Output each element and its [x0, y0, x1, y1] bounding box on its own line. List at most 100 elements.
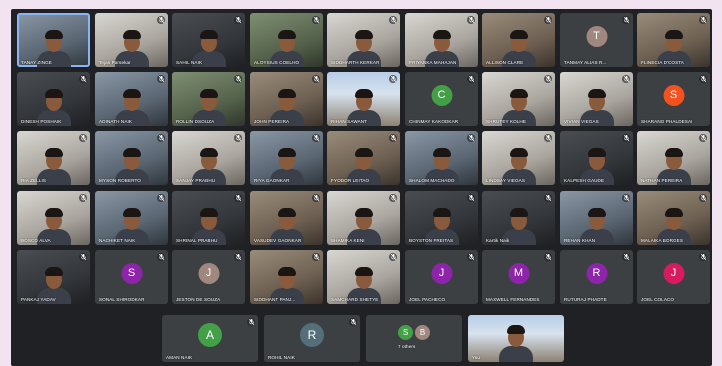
mic-muted-icon	[622, 75, 630, 83]
mic-muted-icon	[349, 318, 357, 326]
mic-muted-icon	[699, 253, 707, 261]
participant-tile[interactable]: RIHAN SAWANT	[327, 72, 400, 126]
participant-tile[interactable]: SAHIL NAIK	[172, 13, 245, 67]
participant-tile[interactable]: A AMAN NAIK	[162, 315, 258, 362]
others-avatar: B	[415, 325, 430, 340]
participant-name: JOHN PEREIRA	[254, 119, 290, 124]
others-avatar: S	[398, 325, 413, 340]
mic-muted-icon	[699, 75, 707, 83]
participant-tile[interactable]: MYSON ROBERTO	[95, 131, 168, 185]
participant-name: SHAMIKA KENI	[331, 238, 365, 243]
participant-name: RIA ZELLIS	[21, 178, 47, 183]
participant-tile[interactable]: J JESTON DE SOUZA	[172, 250, 245, 304]
participant-name: SHARANG PHALDESAI	[641, 119, 693, 124]
participant-name: LINDSAY VIEGAS	[486, 178, 526, 183]
participant-avatar: J	[198, 263, 219, 284]
participant-tile[interactable]: PRIYANKA MAHAJAN	[405, 13, 478, 67]
mic-muted-icon	[389, 75, 397, 83]
participant-tile[interactable]: MALAIKA BORGES	[637, 191, 710, 245]
participant-name: RIYA GAONKAR	[254, 178, 290, 183]
participant-name: NATHAN PEREIRA	[641, 178, 683, 183]
participant-tile[interactable]: SHRINAL PRABHU	[172, 191, 245, 245]
others-tile[interactable]: SB 7 others	[366, 315, 462, 362]
mic-muted-icon	[247, 318, 255, 326]
participant-tile[interactable]: SHAMIKA KENI	[327, 191, 400, 245]
participant-tile[interactable]: LINDSAY VIEGAS	[482, 131, 555, 185]
participant-name: You	[472, 355, 481, 360]
participant-tile[interactable]: BOYSTON FREITAS	[405, 191, 478, 245]
participant-tile[interactable]: SIDDHANT PANJ...	[250, 250, 323, 304]
participant-tile[interactable]: R ROHIL NAIK	[264, 315, 360, 362]
participant-tile[interactable]: SAMCHARD SHETYE	[327, 250, 400, 304]
participant-tile[interactable]: ROLLIN DSOUZA	[172, 72, 245, 126]
participant-tile[interactable]: J JOEL PACHECO	[405, 250, 478, 304]
participant-name: SAHIL NAIK	[176, 60, 203, 65]
participant-name: DINESH POSHAIK	[21, 119, 62, 124]
participant-tile[interactable]: ALLISON CLARE	[482, 13, 555, 67]
participant-name: PRIYANKA MAHAJAN	[409, 60, 457, 65]
participant-tile[interactable]: S SONAL SHIRODKAR	[95, 250, 168, 304]
participant-tile[interactable]: ADINATH NAIK	[95, 72, 168, 126]
participant-tile[interactable]: T TANMAY ALIAS R...	[560, 13, 633, 67]
participant-tile[interactable]: RIYA GAONKAR	[250, 131, 323, 185]
participant-avatar: J	[663, 263, 684, 284]
participant-tile[interactable]: You	[468, 315, 564, 362]
mic-muted-icon	[544, 16, 552, 24]
participant-name: BOYSTON FREITAS	[409, 238, 454, 243]
mic-muted-icon	[79, 253, 87, 261]
mic-muted-icon	[622, 134, 630, 142]
mic-muted-icon	[234, 253, 242, 261]
mic-muted-icon	[312, 16, 320, 24]
participant-avatar: C	[431, 85, 452, 106]
participant-tile[interactable]: C CHINMAY KAKODKAR	[405, 72, 478, 126]
participant-avatar: T	[586, 26, 607, 47]
participant-name: ALOYSIUS COELHO	[254, 60, 300, 65]
mic-muted-icon	[622, 253, 630, 261]
participant-tile[interactable]: FLINECIA D'COSTA	[637, 13, 710, 67]
participant-tile[interactable]: NATHAN PEREIRA	[637, 131, 710, 185]
mic-muted-icon	[467, 16, 475, 24]
participant-name: BOSCO ALVA	[21, 238, 51, 243]
meeting-grid: TANAY ZINGE Tejas Parsekar SAHIL NAIK ALOYS…	[11, 9, 712, 366]
mic-muted-icon	[622, 194, 630, 202]
participant-name: SONAL SHIRODKAR	[99, 297, 145, 302]
participant-tile[interactable]: TANAY ZINGE	[17, 13, 90, 67]
participant-tile[interactable]: RIA ZELLIS	[17, 131, 90, 185]
participant-tile[interactable]: FYODOR LEITAO	[327, 131, 400, 185]
participant-tile[interactable]: R RUTURAJ PHADTE	[560, 250, 633, 304]
mic-muted-icon	[467, 194, 475, 202]
participant-tile[interactable]: NACHIKET NAIK	[95, 191, 168, 245]
participant-tile[interactable]: BOSCO ALVA	[17, 191, 90, 245]
participant-tile[interactable]: S SHARANG PHALDESAI	[637, 72, 710, 126]
participant-tile[interactable]: ALOYSIUS COELHO	[250, 13, 323, 67]
participant-tile[interactable]: DINESH POSHAIK	[17, 72, 90, 126]
participant-tile[interactable]: J JOEL COLACO	[637, 250, 710, 304]
participant-tile[interactable]: SHRUTEY KOLHE	[482, 72, 555, 126]
participant-tile[interactable]: VASUDEV GAONKAR	[250, 191, 323, 245]
participant-name: ALLISON CLARE	[486, 60, 524, 65]
participant-tile[interactable]: SHALOM MACHADO	[405, 131, 478, 185]
participant-name: NACHIKET NAIK	[99, 238, 136, 243]
participant-name: Kartik Naik	[486, 238, 510, 243]
participant-name: MALAIKA BORGES	[641, 238, 683, 243]
participant-tile[interactable]: PANKAJ YADAV	[17, 250, 90, 304]
participant-tile[interactable]: SANJAY PRABHU	[172, 131, 245, 185]
participant-tile[interactable]: JOHN PEREIRA	[250, 72, 323, 126]
participant-tile[interactable]: M MAXWELL FERNANDES	[482, 250, 555, 304]
participant-tile[interactable]: Tejas Parsekar	[95, 13, 168, 67]
participant-tile[interactable]: SIDDHARTH KERKAR	[327, 13, 400, 67]
participant-avatar: J	[431, 263, 452, 284]
mic-muted-icon	[699, 194, 707, 202]
participant-tile[interactable]: REHAN KHAN	[560, 191, 633, 245]
participant-tile[interactable]: KALPESH GAUDE	[560, 131, 633, 185]
mic-muted-icon	[157, 194, 165, 202]
participant-name: TANMAY ALIAS R...	[564, 60, 607, 65]
others-count: 7 others	[398, 344, 416, 349]
participant-tile[interactable]: VIVIAN VIEGAS	[560, 72, 633, 126]
participant-tile[interactable]: Kartik Naik	[482, 191, 555, 245]
participant-name: JOEL COLACO	[641, 297, 675, 302]
participant-name: PANKAJ YADAV	[21, 297, 56, 302]
participant-name: SHALOM MACHADO	[409, 178, 455, 183]
participant-name: ROHIL NAIK	[268, 355, 295, 360]
mic-muted-icon	[544, 194, 552, 202]
